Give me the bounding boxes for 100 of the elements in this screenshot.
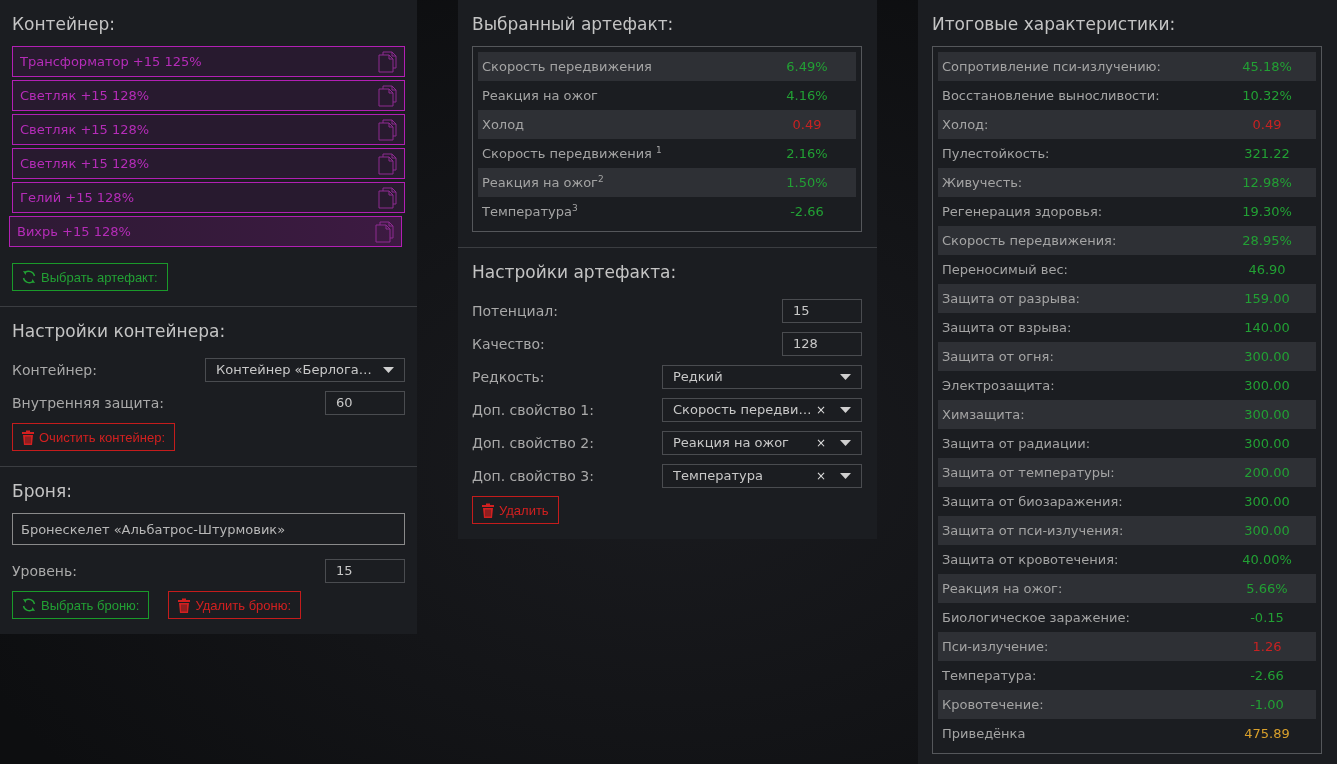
stat-name: Биологическое заражение: xyxy=(942,610,1131,625)
copy-icon[interactable] xyxy=(378,186,398,209)
dropdown-caret-icon xyxy=(840,406,851,413)
clear-button[interactable]: × xyxy=(815,402,826,417)
copy-icon[interactable] xyxy=(378,84,398,107)
copy-icon[interactable] xyxy=(378,118,398,141)
stat-value: -0.15 xyxy=(1249,610,1285,625)
stat-value: -2.66 xyxy=(1249,668,1285,683)
stat-value: 300.00 xyxy=(1243,378,1291,393)
number-field[interactable]: 128 xyxy=(782,331,862,356)
stat-name: Температура$^{3}$ xyxy=(482,203,579,220)
stat-name: Электрозащита: xyxy=(942,378,1056,393)
dropdown-field[interactable]: Температура × xyxy=(662,463,862,488)
stat-name: Скорость передвижения: xyxy=(942,233,1118,248)
stat-name: Сопротивление пси-излучению: xyxy=(942,59,1162,74)
dropdown-caret-icon xyxy=(840,472,851,479)
stat-value: 159.00 xyxy=(1243,291,1291,306)
dropdown-field[interactable]: Редкий xyxy=(662,364,862,389)
stat-name: Кровотечение: xyxy=(942,697,1045,712)
section-title: Контейнер: xyxy=(12,13,117,36)
stat-value: 45.18% xyxy=(1241,59,1293,74)
armor-field[interactable]: Бронескелет «Альбатрос-Штурмовик» xyxy=(12,513,405,545)
copy-icon[interactable] xyxy=(375,220,395,243)
stat-value: 1.50% xyxy=(785,175,829,190)
copy-icon[interactable] xyxy=(378,152,398,175)
number-field[interactable]: 15 xyxy=(325,558,405,583)
stat-value: 2.16% xyxy=(785,146,829,161)
stat-value: 1.26 xyxy=(1251,639,1283,654)
stat-value: 5.66% xyxy=(1245,581,1289,596)
stat-name: Холод: xyxy=(942,117,990,132)
stat-name: Температура: xyxy=(942,668,1038,683)
stat-name: Реакция на ожог: xyxy=(942,581,1064,596)
stat-name: Переносимый вес: xyxy=(942,262,1069,277)
stat-name: Защита от взрыва: xyxy=(942,320,1073,335)
copy-icon[interactable] xyxy=(378,50,398,73)
stat-value: 12.98% xyxy=(1241,175,1293,190)
artifact-label: Трансформатор +15 125% xyxy=(20,54,202,69)
stat-value: 10.32% xyxy=(1241,88,1293,103)
field-label: Внутренняя защита: xyxy=(12,394,165,411)
stat-name: Защита от огня: xyxy=(942,349,1055,364)
trash-icon xyxy=(22,429,34,445)
field-label: Контейнер: xyxy=(12,361,97,378)
select-armor-button[interactable]: Выбрать броню: xyxy=(12,591,150,619)
stat-name: Реакция на ожог$^{2}$ xyxy=(482,174,605,191)
select-artifact-button[interactable]: Выбрать артефакт: xyxy=(12,263,168,291)
stat-value: 0.49 xyxy=(791,117,823,132)
stat-value: 0.49 xyxy=(1251,117,1283,132)
stat-name: Защита от кровотечения: xyxy=(942,552,1120,567)
stat-name: Защита от биозаражения: xyxy=(942,494,1124,509)
field-label: Качество: xyxy=(472,335,545,352)
artifact-label: Светляк +15 128% xyxy=(20,156,150,171)
artifact-label: Вихрь +15 128% xyxy=(17,224,131,239)
stat-name: Реакция на ожог xyxy=(482,88,599,103)
stat-value: 300.00 xyxy=(1243,523,1291,538)
stat-name: Скорость передвижения xyxy=(482,59,653,74)
stat-name: Восстановление выносливости: xyxy=(942,88,1161,103)
stat-name: Пси-излучение: xyxy=(942,639,1050,654)
stat-value: 140.00 xyxy=(1243,320,1291,335)
section-title: Итоговые характеристики: xyxy=(932,13,1177,36)
field-label: Потенциал: xyxy=(472,302,558,319)
stat-name: Защита от радиации: xyxy=(942,436,1092,451)
stat-name: Приведёнка xyxy=(942,726,1027,741)
section-title: Настройки артефакта: xyxy=(472,261,678,284)
field-label: Уровень: xyxy=(12,562,77,579)
stat-name: Защита от температуры: xyxy=(942,465,1116,480)
trash-icon xyxy=(482,502,494,518)
section-title: Выбранный артефакт: xyxy=(472,13,675,36)
stat-value: 4.16% xyxy=(785,88,829,103)
stat-value: 28.95% xyxy=(1241,233,1293,248)
field-label: Редкость: xyxy=(472,368,545,385)
stat-name: Холод xyxy=(482,117,526,132)
stat-value: 46.90 xyxy=(1247,262,1287,277)
dropdown-caret-icon xyxy=(840,373,851,380)
section-title: Броня: xyxy=(12,480,73,503)
clear-button[interactable]: × xyxy=(815,435,826,450)
stat-value: -1.00 xyxy=(1249,697,1285,712)
stat-name: Защита от разрыва: xyxy=(942,291,1081,306)
dropdown-field[interactable]: Реакция на ожог × xyxy=(662,430,862,455)
dropdown-field[interactable]: Контейнер «Берлога… xyxy=(205,357,405,382)
stat-value: 300.00 xyxy=(1243,407,1291,422)
stat-value: 300.00 xyxy=(1243,436,1291,451)
field-label: Доп. свойство 3: xyxy=(472,467,594,484)
stat-value: -2.66 xyxy=(789,204,825,219)
field-label: Доп. свойство 2: xyxy=(472,434,594,451)
number-field[interactable]: 60 xyxy=(325,390,405,415)
dropdown-field[interactable]: Скорость передви… × xyxy=(662,397,862,422)
stat-value: 200.00 xyxy=(1243,465,1291,480)
artifact-label: Гелий +15 128% xyxy=(20,190,134,205)
refresh-icon xyxy=(22,597,36,613)
stat-value: 475.89 xyxy=(1243,726,1291,741)
dropdown-caret-icon xyxy=(383,366,394,373)
dropdown-caret-icon xyxy=(840,439,851,446)
stat-name: Химзащита: xyxy=(942,407,1026,422)
stat-name: Скорость передвижения $^{1}$ xyxy=(482,145,663,162)
number-field[interactable]: 15 xyxy=(782,298,862,323)
stat-value: 19.30% xyxy=(1241,204,1293,219)
stat-value: 6.49% xyxy=(785,59,829,74)
stat-name: Защита от пси-излучения: xyxy=(942,523,1125,538)
clear-button[interactable]: × xyxy=(815,468,826,483)
refresh-icon xyxy=(22,269,36,285)
